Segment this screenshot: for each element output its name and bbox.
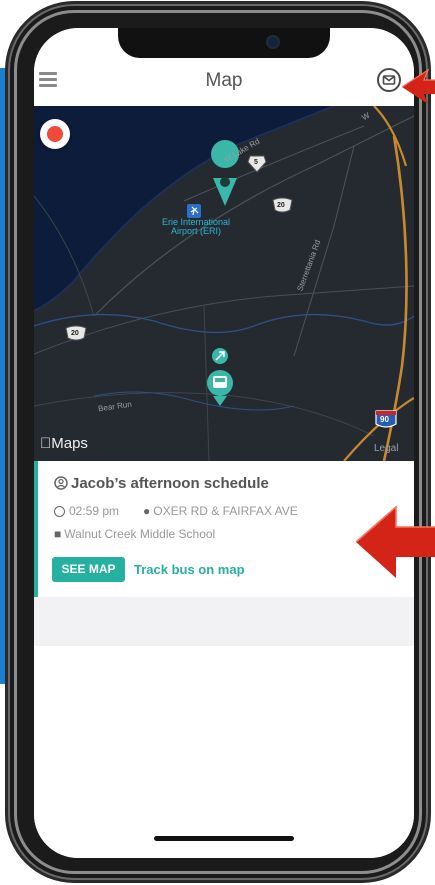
record-dot-icon (47, 126, 63, 142)
maps-attribution: Maps (40, 435, 88, 452)
content-area (34, 646, 414, 858)
schedule-time-row: 02:59 pm (54, 504, 119, 518)
record-button[interactable] (40, 119, 70, 149)
front-camera (268, 37, 278, 47)
top-nav-bar: Map (34, 58, 414, 107)
apple-icon:  (40, 435, 51, 452)
page-title: Map (205, 70, 243, 91)
schedule-school-row: ■ Walnut Creek Middle School (54, 527, 216, 541)
notch (118, 28, 330, 58)
clock-icon (54, 506, 65, 517)
phone-screen: Map W Lake Rd W Sterrettania Rd Bear Run… (34, 28, 414, 858)
route-shield-label: 20 (277, 202, 285, 209)
track-bus-link[interactable]: Track bus on map (134, 562, 245, 577)
route-shield-label: 20 (71, 330, 79, 337)
mail-icon[interactable] (377, 68, 401, 92)
legal-link[interactable]: Legal (374, 443, 398, 454)
home-indicator[interactable] (154, 836, 294, 841)
schedule-title: Jacob’s afternoon schedule (71, 475, 269, 492)
map-view[interactable]: W Lake Rd W Sterrettania Rd Bear Run 5 2… (34, 106, 414, 461)
red-arrow-icon (356, 505, 435, 578)
school-icon: ■ (54, 527, 62, 541)
airport-label: Erie International Airport (ERI) (161, 217, 231, 236)
map-marker-icon: ● (143, 504, 151, 518)
schedule-stop-row: ● OXER RD & FAIRFAX AVE (143, 504, 298, 518)
interstate-shield-label: 90 (380, 415, 389, 424)
route-shield-label: 5 (254, 159, 258, 166)
user-circle-icon (54, 476, 68, 490)
red-arrow-icon (402, 68, 435, 104)
see-map-button[interactable]: SEE MAP (52, 557, 125, 582)
